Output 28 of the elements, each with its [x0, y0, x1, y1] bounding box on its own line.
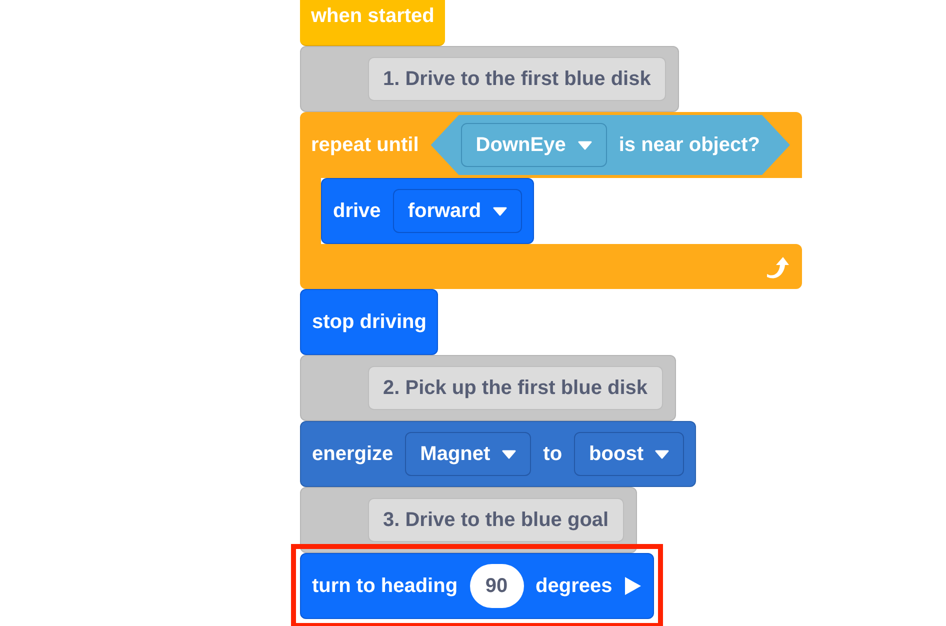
block-label: when started: [311, 4, 434, 28]
block-label: stop driving: [312, 310, 426, 335]
caret-icon: [493, 206, 508, 216]
motion-block[interactable]: turn to heading 90 degrees: [300, 553, 654, 619]
motion-block[interactable]: drive forward: [321, 178, 534, 244]
block-label: degrees: [536, 574, 612, 599]
comment-text[interactable]: 3. Drive to the blue goal: [368, 498, 624, 542]
dropdown[interactable]: forward: [392, 189, 522, 233]
block-label: drive: [333, 199, 381, 224]
caret-icon: [655, 450, 670, 458]
condition-block[interactable]: DownEye is near object?: [430, 115, 790, 175]
block-label: to: [543, 442, 562, 467]
caret-icon: [578, 140, 592, 150]
play-icon[interactable]: [624, 576, 642, 596]
dropdown[interactable]: boost: [574, 432, 684, 476]
comment-text[interactable]: 2. Pick up the first blue disk: [368, 366, 663, 410]
block-label: repeat until: [311, 133, 419, 158]
block-label: energize: [312, 442, 394, 467]
dropdown[interactable]: Magnet: [405, 432, 532, 476]
number-input[interactable]: 90: [470, 564, 524, 608]
caret-icon: [502, 450, 516, 458]
block-label: turn to heading: [312, 574, 458, 599]
repeat-loop-block[interactable]: repeat until DownEye is near object? drive forward: [300, 112, 802, 289]
dropdown[interactable]: DownEye: [460, 123, 607, 167]
magnet-block[interactable]: energize Magnet to boost: [300, 421, 696, 487]
motion-block[interactable]: stop driving: [300, 289, 438, 355]
block-label: is near object?: [618, 133, 760, 158]
comment-text[interactable]: 1. Drive to the first blue disk: [368, 57, 666, 101]
